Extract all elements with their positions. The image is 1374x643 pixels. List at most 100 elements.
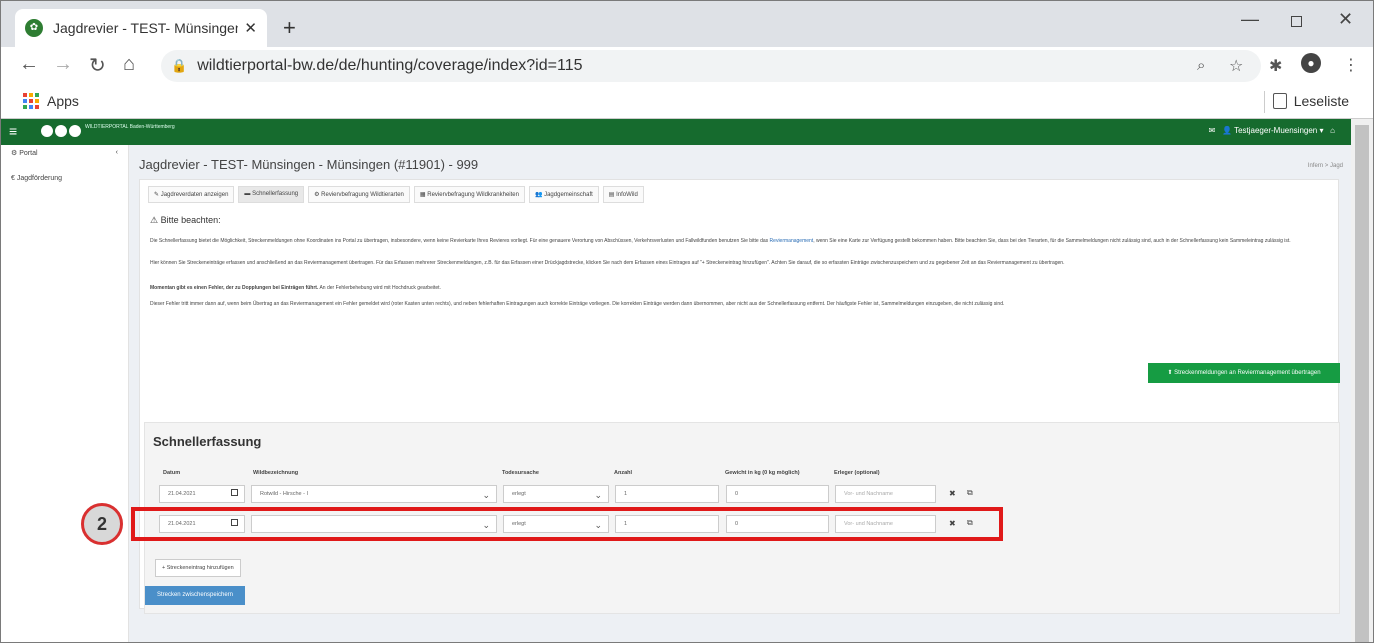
copy-row-icon[interactable]: ⧉ [967, 488, 973, 498]
user-name: Testjaeger-Muensingen [1234, 126, 1318, 135]
delete-row-icon[interactable]: ✖ [949, 489, 956, 498]
add-entry-button[interactable]: + Streckeneintrag hinzufügen [155, 559, 241, 577]
content-panel: ✎ Jagdreverdaten anzeigen ▬ Schnellerfas… [139, 179, 1340, 614]
notice-paragraph-4: Dieser Fehler tritt immer dann auf, wenn… [150, 301, 1005, 307]
tab-schnellerfassung[interactable]: ▬ Schnellerfassung [238, 186, 305, 203]
extensions-icon[interactable]: ✱ [1269, 56, 1282, 76]
zoom-icon[interactable]: ⌕ [1197, 57, 1205, 74]
home-icon[interactable]: ⌂ [123, 53, 135, 76]
notice-heading: ⚠ Bitte beachten: [150, 215, 221, 226]
transfer-button[interactable]: ⬆ Streckenmeldungen an Reviermanagement … [1148, 363, 1340, 383]
tab-wildkrankheiten[interactable]: ▦ Reviervbefragung Wildkrankheiten [413, 186, 525, 203]
home-nav-icon[interactable]: ⌂ [1330, 126, 1335, 135]
highlight-box [131, 507, 1003, 541]
browser-toolbar: ← → ↻ ⌂ 🔒 wildtierportal-bw.de/de/huntin… [1, 47, 1373, 85]
notice-text: An der Fehlerbehebung wird mit Hochdruck… [318, 285, 441, 291]
tab-list: ✎ Jagdreverdaten anzeigen ▬ Schnellerfas… [148, 186, 644, 203]
sidebar-item-label: Jagdförderung [16, 175, 63, 182]
chevron-icon: ‹ [115, 149, 118, 156]
calendar-icon[interactable] [231, 489, 238, 496]
notice-paragraph-2: Hier können Sie Streckeneinträge erfasse… [150, 260, 1065, 266]
date-value: 21.04.2021 [168, 491, 196, 497]
browser-window: ✿ Jagdrevier - TEST- Münsingen - M ✕ + —… [0, 0, 1374, 643]
apps-grid-icon[interactable] [23, 93, 39, 109]
app-navbar: ≡ WILDTIERPORTAL Baden-Württemberg ✉ 👤 T… [1, 119, 1351, 145]
reviermanagement-link[interactable]: Reviermanagement [770, 238, 814, 244]
page-title: Jagdrevier - TEST- Münsingen - Münsingen… [139, 157, 479, 172]
add-entry-label: Streckeneintrag hinzufügen [166, 565, 234, 571]
tab-bar: ✿ Jagdrevier - TEST- Münsingen - M ✕ + —… [1, 1, 1373, 47]
save-entries-button[interactable]: Strecken zwischenspeichern [145, 586, 245, 605]
apps-link[interactable]: Apps [47, 93, 79, 109]
cause-select-row1[interactable]: erlegt ⌄ [503, 485, 609, 503]
lock-icon: 🔒 [171, 58, 188, 73]
count-value: 1 [624, 491, 628, 497]
bookmarks-bar: Apps Leseliste [1, 85, 1373, 119]
sidebar-item-jagdfoerderung[interactable]: € Jagdförderung [1, 161, 128, 186]
tab-label: Schnellerfassung [252, 191, 299, 197]
column-header-species: Wildbezeichnung [253, 470, 299, 476]
tab-label: Jagdreverdaten anzeigen [160, 192, 229, 198]
tab-jagdgemeinschaft[interactable]: 👥 Jagdgemeinschaft [528, 186, 599, 203]
page-scrollbar[interactable] [1351, 119, 1373, 642]
menu-dots-icon[interactable]: ⋮ [1343, 55, 1359, 75]
species-value: Rotwild - Hirsche - I [260, 491, 308, 497]
profile-icon[interactable]: ● [1301, 53, 1321, 73]
cause-value: erlegt [512, 491, 526, 497]
weight-value: 0 [735, 491, 739, 497]
chevron-down-icon: ⌄ [482, 490, 490, 500]
tab-label: Reviervbefragung Wildkrankheiten [427, 192, 519, 198]
portal-logo[interactable] [41, 125, 81, 137]
hamburger-menu-icon[interactable]: ≡ [9, 123, 17, 139]
upload-icon: ⬆ [1167, 370, 1173, 376]
address-bar[interactable]: 🔒 wildtierportal-bw.de/de/hunting/covera… [161, 50, 1261, 82]
tab-wildtierarten[interactable]: ⚙ Reviervbefragung Wildtierarten [308, 186, 410, 203]
transfer-button-label: Streckenmeldungen an Reviermanagement üb… [1174, 370, 1321, 376]
bookmark-star-icon[interactable]: ☆ [1229, 56, 1243, 76]
scroll-thumb[interactable] [1355, 125, 1369, 642]
tab-infowild[interactable]: ▤ InfoWild [602, 186, 644, 203]
column-header-date: Datum [163, 470, 181, 476]
date-input-row1[interactable]: 21.04.2021 [159, 485, 245, 503]
column-header-hunter: Erleger (optional) [834, 470, 880, 476]
browser-tab[interactable]: ✿ Jagdrevier - TEST- Münsingen - M ✕ [15, 9, 267, 47]
reading-list-link[interactable]: Leseliste [1294, 93, 1349, 109]
reload-icon[interactable]: ↻ [89, 53, 106, 78]
back-icon[interactable]: ← [19, 53, 39, 76]
hunter-placeholder: Vor- und Nachname [844, 491, 893, 497]
sidebar: ⚙ Portal ‹ € Jagdförderung [1, 145, 129, 642]
column-header-count: Anzahl [614, 470, 633, 476]
user-icon: 👤 [1222, 126, 1232, 135]
url-text: wildtierportal-bw.de/de/hunting/coverage… [197, 57, 583, 74]
notice-title: Bitte beachten: [160, 215, 221, 225]
site-favicon-icon: ✿ [25, 19, 43, 37]
sidebar-item-label: Portal [19, 150, 38, 157]
reading-list-icon [1273, 93, 1287, 109]
maximize-icon[interactable] [1291, 16, 1302, 27]
forward-icon[interactable]: → [53, 53, 73, 76]
close-tab-icon[interactable]: ✕ [244, 19, 257, 37]
euro-icon: € [11, 175, 15, 182]
divider [1264, 91, 1265, 113]
notice-text: , wenn Sie eine Karte zur Verfügung gest… [813, 238, 1291, 244]
brand-text: WILDTIERPORTAL Baden-Württemberg [85, 124, 175, 130]
tab-label: Jagdgemeinschaft [544, 192, 593, 198]
breadcrumb[interactable]: Infern > Jagd [1308, 163, 1343, 169]
close-window-icon[interactable]: ✕ [1338, 9, 1353, 30]
species-select-row1[interactable]: Rotwild - Hirsche - I ⌄ [251, 485, 497, 503]
hunter-input-row1[interactable]: Vor- und Nachname [835, 485, 936, 503]
tab-label: InfoWild [616, 192, 638, 198]
weight-input-row1[interactable]: 0 [726, 485, 829, 503]
gear-icon: ⚙ [11, 150, 18, 157]
minimize-icon[interactable]: — [1241, 9, 1259, 30]
inbox-icon[interactable]: ✉ [1209, 126, 1216, 135]
new-tab-icon[interactable]: + [283, 15, 296, 41]
tab-revierdaten[interactable]: ✎ Jagdreverdaten anzeigen [148, 186, 235, 203]
column-header-cause: Todesursache [502, 470, 539, 476]
user-menu[interactable]: ✉ 👤 Testjaeger-Muensingen ▾ ⌂ [1209, 126, 1335, 135]
notice-text: Die Schnellerfassung bietet die Möglichk… [150, 238, 769, 244]
notice-paragraph-1: Die Schnellerfassung bietet die Möglichk… [150, 238, 1330, 245]
notice-bold: Momentan gibt es einen Fehler, der zu Do… [150, 285, 319, 291]
sidebar-item-portal[interactable]: ⚙ Portal ‹ [1, 145, 128, 161]
count-input-row1[interactable]: 1 [615, 485, 719, 503]
